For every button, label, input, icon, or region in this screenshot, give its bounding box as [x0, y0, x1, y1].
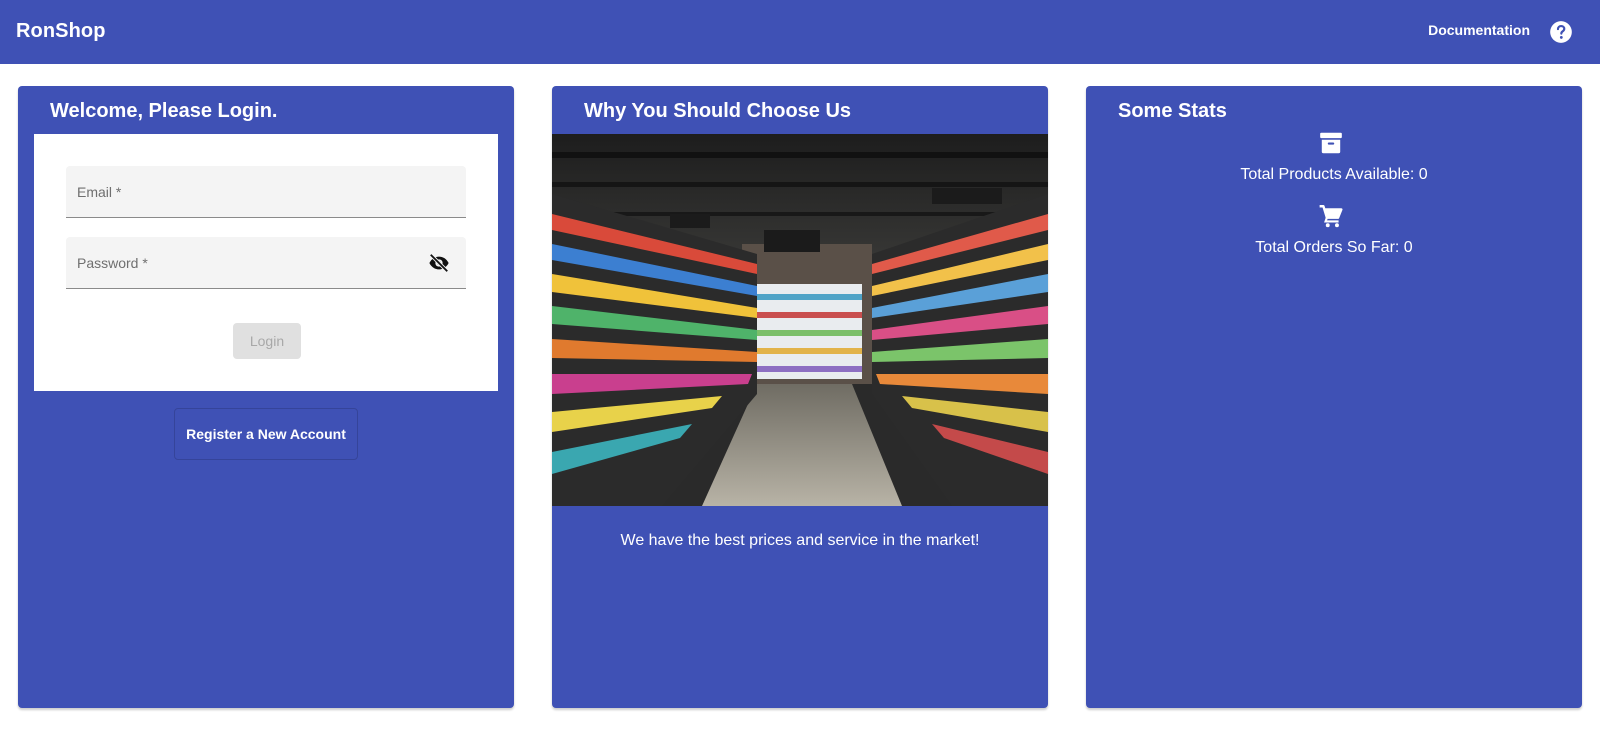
login-button[interactable]: Login: [233, 323, 301, 359]
login-form: Email * Password * Login: [34, 134, 498, 391]
stats-card-title: Some Stats: [1118, 100, 1227, 122]
login-card: Welcome, Please Login. Email * Password …: [18, 86, 514, 708]
documentation-link[interactable]: Documentation: [1428, 22, 1530, 38]
brand-title[interactable]: RonShop: [16, 20, 106, 43]
why-card-tagline: We have the best prices and service in t…: [620, 532, 980, 549]
total-orders-stat: Total Orders So Far: 0: [1255, 239, 1413, 256]
archive-icon: [1320, 132, 1342, 154]
stats-card: Some Stats Total Products Available: 0 T…: [1086, 86, 1582, 708]
shopping-cart-icon: [1319, 205, 1343, 228]
eye-off-icon[interactable]: [428, 252, 450, 274]
help-circle-icon[interactable]: [1548, 19, 1574, 45]
why-card-title: Why You Should Choose Us: [584, 100, 852, 122]
top-toolbar: RonShop Documentation: [0, 0, 1600, 64]
password-field[interactable]: Password *: [66, 237, 466, 289]
total-products-stat: Total Products Available: 0: [1240, 166, 1428, 183]
supermarket-aisle-image: [552, 134, 1048, 506]
email-label: Email *: [77, 184, 122, 200]
login-card-title: Welcome, Please Login.: [50, 100, 278, 122]
password-label: Password *: [77, 255, 148, 271]
register-button[interactable]: Register a New Account: [174, 408, 358, 460]
email-field[interactable]: Email *: [66, 166, 466, 218]
why-choose-us-card: Why You Should Choose Us We have the bes…: [552, 86, 1048, 708]
